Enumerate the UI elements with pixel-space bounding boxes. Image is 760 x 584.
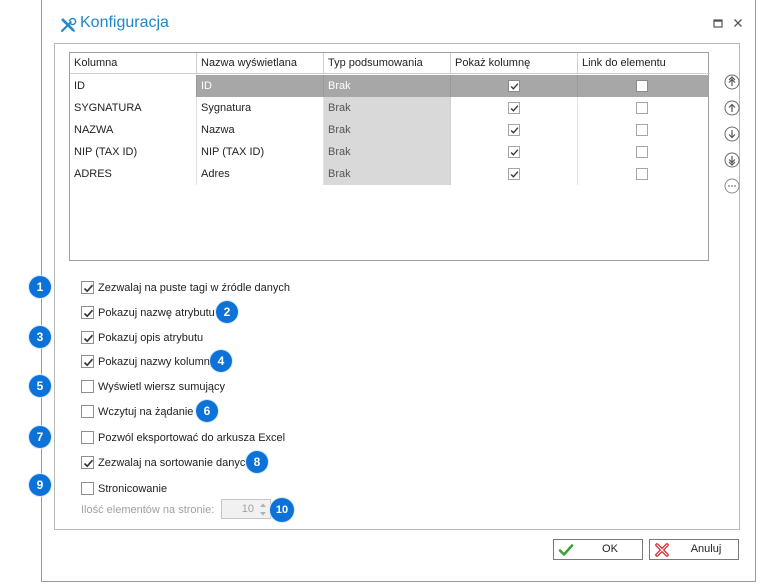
cell-typ-podsumowania[interactable]: Brak	[324, 119, 451, 141]
spin-up-icon[interactable]	[257, 501, 269, 509]
cell-pokaz-kolumne[interactable]	[451, 75, 578, 97]
grid-header: Kolumna Nazwa wyświetlana Typ podsumowan…	[70, 53, 710, 74]
cell-link-do-elementu[interactable]	[578, 163, 710, 185]
cell-kolumna[interactable]: SYGNATURA	[70, 97, 197, 119]
table-row[interactable]: ADRES Adres Brak	[70, 163, 708, 185]
settings-panel: Kolumna Nazwa wyświetlana Typ podsumowan…	[54, 43, 740, 530]
option-checkbox[interactable]	[81, 482, 94, 495]
columns-grid[interactable]: Kolumna Nazwa wyświetlana Typ podsumowan…	[69, 52, 710, 261]
cell-typ-podsumowania[interactable]: Brak	[324, 75, 451, 97]
option-checkbox[interactable]	[81, 431, 94, 444]
header-typ-podsumowania[interactable]: Typ podsumowania	[324, 53, 451, 74]
annotation-badge: 7	[29, 426, 51, 448]
header-pokaz-kolumne[interactable]: Pokaż kolumnę	[451, 53, 578, 74]
cell-nazwa-wyswietlana[interactable]: Nazwa	[197, 119, 324, 141]
option-label: Zezwalaj na sortowanie danych	[98, 457, 252, 469]
move-down-icon[interactable]	[724, 126, 740, 142]
annotation-badge: 8	[246, 451, 268, 473]
move-bottom-icon[interactable]	[724, 152, 740, 168]
option-checkbox[interactable]	[81, 405, 94, 418]
table-row[interactable]: NIP (TAX ID) NIP (TAX ID) Brak	[70, 141, 708, 163]
cell-pokaz-kolumne[interactable]	[451, 97, 578, 119]
annotation-badge: 2	[216, 301, 238, 323]
show-column-checkbox[interactable]	[508, 102, 520, 114]
table-row[interactable]: NAZWA Nazwa Brak	[70, 119, 708, 141]
header-link-do-elementu[interactable]: Link do elementu	[578, 53, 710, 74]
option-label: Wczytuj na żądanie	[98, 406, 194, 418]
dialog-title: Konfiguracja	[80, 14, 169, 31]
cell-nazwa-wyswietlana[interactable]: NIP (TAX ID)	[197, 141, 324, 163]
cell-link-do-elementu[interactable]	[578, 75, 710, 97]
ok-button-label: OK	[602, 543, 618, 555]
option-checkbox[interactable]	[81, 331, 94, 344]
cell-kolumna[interactable]: NAZWA	[70, 119, 197, 141]
header-kolumna[interactable]: Kolumna	[70, 53, 197, 74]
option-checkbox[interactable]	[81, 380, 94, 393]
option-checkbox[interactable]	[81, 456, 94, 469]
cancel-button[interactable]: Anuluj	[649, 539, 739, 560]
table-row[interactable]: SYGNATURA Sygnatura Brak	[70, 97, 708, 119]
cancel-x-icon	[655, 543, 669, 557]
more-icon[interactable]	[724, 178, 740, 194]
option-checkbox[interactable]	[81, 306, 94, 319]
option-label: Pozwól eksportować do arkusza Excel	[98, 432, 286, 444]
option-checkbox[interactable]	[81, 355, 94, 368]
items-per-page-input[interactable]: 10	[221, 499, 271, 519]
link-checkbox[interactable]	[636, 124, 648, 136]
cell-typ-podsumowania[interactable]: Brak	[324, 97, 451, 119]
spin-down-icon[interactable]	[257, 510, 269, 518]
link-checkbox[interactable]	[636, 102, 648, 114]
show-column-checkbox[interactable]	[508, 146, 520, 158]
maximize-icon[interactable]	[712, 17, 724, 29]
tools-icon	[61, 17, 77, 33]
option-checkbox[interactable]	[81, 281, 94, 294]
annotation-badge: 4	[210, 350, 232, 372]
option-label: Pokazuj nazwy kolumn	[98, 356, 210, 368]
link-checkbox[interactable]	[636, 146, 648, 158]
annotation-badge: 6	[196, 400, 218, 422]
table-row[interactable]: ID ID Brak	[70, 75, 708, 97]
cell-link-do-elementu[interactable]	[578, 141, 710, 163]
option-label: Pokazuj opis atrybutu	[98, 332, 204, 344]
move-top-icon[interactable]	[724, 74, 740, 90]
annotation-badge: 3	[29, 326, 51, 348]
items-per-page-value: 10	[241, 503, 254, 515]
show-column-checkbox[interactable]	[508, 124, 520, 136]
cell-typ-podsumowania[interactable]: Brak	[324, 141, 451, 163]
cell-nazwa-wyswietlana[interactable]: Sygnatura	[197, 97, 324, 119]
cell-nazwa-wyswietlana[interactable]: ID	[197, 75, 324, 97]
annotation-badge: 1	[29, 276, 51, 298]
configuration-dialog: Konfiguracja Kolumna Nazwa wyświetlana T…	[41, 0, 756, 582]
cell-link-do-elementu[interactable]	[578, 97, 710, 119]
move-up-icon[interactable]	[724, 100, 740, 116]
cell-link-do-elementu[interactable]	[578, 119, 710, 141]
annotation-badge: 5	[29, 375, 51, 397]
option-label: Wyświetl wiersz sumujący	[98, 381, 226, 393]
checkmark-icon	[558, 544, 574, 556]
show-column-checkbox[interactable]	[508, 80, 520, 92]
annotation-badge: 10	[270, 498, 294, 522]
cell-kolumna[interactable]: NIP (TAX ID)	[70, 141, 197, 163]
option-label: Stronicowanie	[98, 483, 168, 495]
cell-typ-podsumowania[interactable]: Brak	[324, 163, 451, 185]
cell-pokaz-kolumne[interactable]	[451, 163, 578, 185]
cell-kolumna[interactable]: ADRES	[70, 163, 197, 185]
show-column-checkbox[interactable]	[508, 168, 520, 180]
ok-button[interactable]: OK	[553, 539, 643, 560]
cell-pokaz-kolumne[interactable]	[451, 119, 578, 141]
cell-nazwa-wyswietlana[interactable]: Adres	[197, 163, 324, 185]
header-nazwa-wyswietlana[interactable]: Nazwa wyświetlana	[197, 53, 324, 74]
cancel-button-label: Anuluj	[690, 543, 722, 555]
close-icon[interactable]	[732, 17, 744, 29]
cell-kolumna[interactable]: ID	[70, 75, 197, 97]
link-checkbox[interactable]	[636, 80, 648, 92]
items-per-page-label: Ilość elementów na stronie:	[81, 504, 215, 516]
option-label: Zezwalaj na puste tagi w źródle danych	[98, 282, 290, 294]
annotation-badge: 9	[29, 474, 51, 496]
link-checkbox[interactable]	[636, 168, 648, 180]
option-label: Pokazuj nazwę atrybutu	[98, 307, 215, 319]
cell-pokaz-kolumne[interactable]	[451, 141, 578, 163]
